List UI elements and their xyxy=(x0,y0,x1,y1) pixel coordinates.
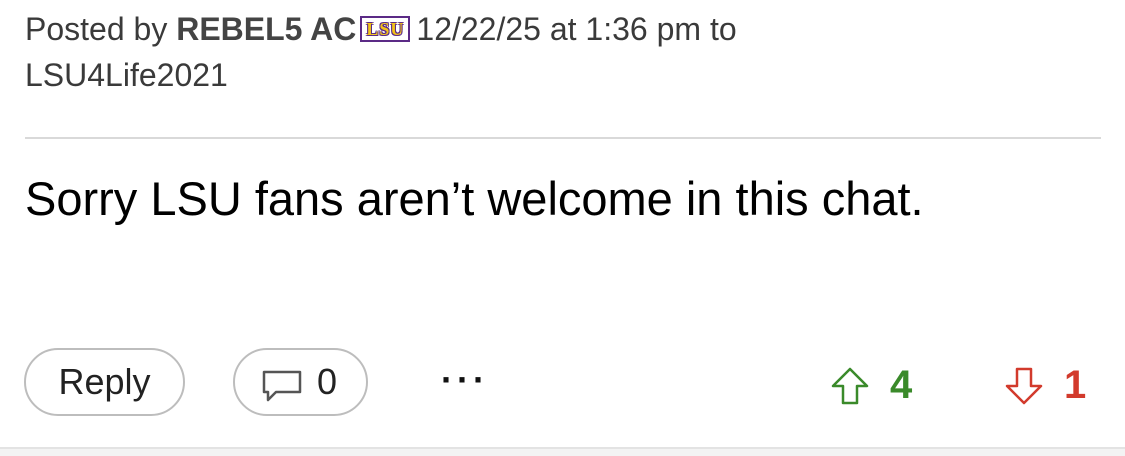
upvote-count: 4 xyxy=(890,363,913,407)
lsu-team-badge: LSU xyxy=(360,15,411,42)
post-separator xyxy=(0,447,1125,456)
comment-count: 0 xyxy=(317,361,338,402)
comments-button[interactable]: 0 xyxy=(233,348,368,416)
posted-by-label: Posted by xyxy=(25,11,168,47)
post-timestamp: 12/22/25 at 1:36 pm to xyxy=(416,11,737,47)
more-options-button[interactable]: ··· xyxy=(441,348,489,412)
reply-to-user[interactable]: LSU4Life2021 xyxy=(25,57,228,93)
reply-button[interactable]: Reply xyxy=(24,348,185,416)
arrow-up-icon xyxy=(831,367,869,405)
post-meta: Posted by REBEL5 AC LSU 12/22/25 at 1:36 p… xyxy=(25,6,1085,98)
comment-bubble-icon xyxy=(262,370,302,402)
forum-post: Posted by REBEL5 AC LSU 12/22/25 at 1:36 p… xyxy=(0,0,1125,456)
author-name[interactable]: REBEL5 AC xyxy=(176,11,356,47)
downvote-count: 1 xyxy=(1064,363,1087,407)
arrow-down-icon xyxy=(1005,367,1043,405)
post-body: Sorry LSU fans aren’t welcome in this ch… xyxy=(25,172,924,225)
divider xyxy=(25,137,1101,139)
post-actions: Reply 0 ··· 4 1 xyxy=(0,348,1125,422)
